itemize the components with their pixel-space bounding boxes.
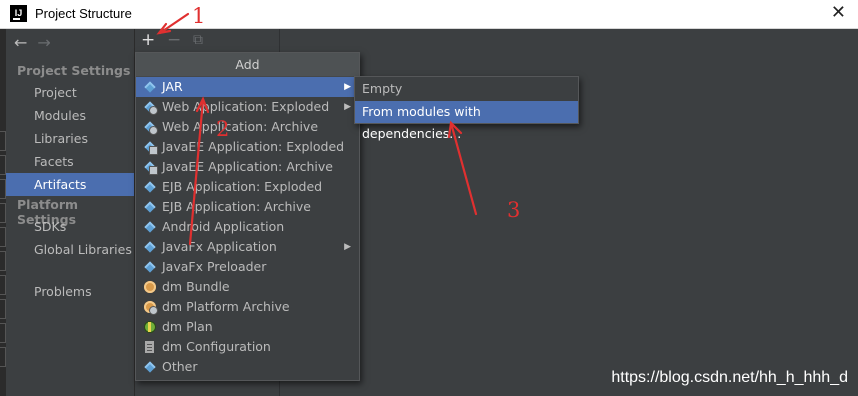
menu-item-web-archive[interactable]: Web Application: Archive	[136, 117, 359, 137]
window-title: Project Structure	[35, 6, 132, 21]
web-app-icon	[144, 121, 158, 135]
sidebar-item-problems[interactable]: Problems	[6, 280, 134, 303]
ejb-icon	[144, 181, 156, 193]
menu-item-label: Web Application: Archive	[162, 119, 319, 134]
sidebar-item-modules[interactable]: Modules	[6, 104, 134, 127]
sidebar-item-sdks[interactable]: SDKs	[6, 215, 134, 238]
add-button[interactable]: +	[141, 29, 155, 51]
submenu-item-from-modules[interactable]: From modules with dependencies...	[355, 101, 578, 141]
javafx-icon	[144, 241, 156, 253]
sidebar-item-libraries[interactable]: Libraries	[6, 127, 134, 150]
android-icon	[144, 221, 156, 233]
sidebar-item-project[interactable]: Project	[6, 81, 134, 104]
menu-item-javaee-exploded[interactable]: JavaEE Application: Exploded	[136, 137, 359, 157]
annotation-number-1: 1	[192, 4, 206, 28]
close-icon[interactable]: ✕	[831, 3, 846, 23]
menu-item-label: Web Application: Exploded	[162, 99, 330, 114]
jar-icon	[144, 81, 156, 93]
menu-item-label: JavaEE Application: Exploded	[162, 139, 345, 154]
section-project-settings: Project Settings	[17, 63, 131, 78]
menu-item-label: EJB Application: Archive	[162, 199, 311, 214]
annotation-number-3: 3	[507, 198, 521, 222]
menu-item-ejb-archive[interactable]: EJB Application: Archive	[136, 197, 359, 217]
web-app-icon	[144, 101, 158, 115]
back-arrow-icon[interactable]: ←	[14, 33, 27, 52]
menu-item-javaee-archive[interactable]: JavaEE Application: Archive	[136, 157, 359, 177]
menu-item-web-exploded[interactable]: Web Application: Exploded ▶	[136, 97, 359, 117]
menu-item-label: dm Configuration	[162, 339, 271, 354]
menu-item-label: JavaEE Application: Archive	[162, 159, 333, 174]
javafx-icon	[144, 261, 156, 273]
menu-item-label: dm Plan	[162, 319, 213, 334]
jar-submenu: Empty From modules with dependencies...	[354, 76, 579, 141]
settings-sidebar: ← → Project Settings Project Modules Libr…	[6, 29, 135, 396]
submenu-arrow-icon: ▶	[344, 102, 351, 112]
menu-item-label: Android Application	[162, 219, 285, 234]
other-icon	[144, 361, 156, 373]
title-bar: IJ Project Structure ✕	[0, 0, 858, 29]
menu-item-label: dm Platform Archive	[162, 299, 290, 314]
menu-item-jar[interactable]: JAR ▶	[136, 77, 359, 97]
dm-plan-icon	[144, 321, 156, 333]
annotation-number-2: 2	[216, 117, 230, 141]
menu-item-javafx-application[interactable]: JavaFx Application ▶	[136, 237, 359, 257]
submenu-item-empty[interactable]: Empty	[355, 78, 578, 100]
menu-item-ejb-exploded[interactable]: EJB Application: Exploded	[136, 177, 359, 197]
menu-item-label: JavaFx Application	[162, 239, 277, 254]
remove-button[interactable]: −	[167, 29, 181, 51]
menu-item-other[interactable]: Other	[136, 357, 359, 377]
menu-item-android[interactable]: Android Application	[136, 217, 359, 237]
forward-arrow-icon[interactable]: →	[37, 33, 50, 52]
sidebar-item-artifacts[interactable]: Artifacts	[6, 173, 134, 196]
menu-header: Add	[136, 53, 359, 77]
submenu-arrow-icon: ▶	[344, 242, 351, 252]
copy-button[interactable]: ⧉	[193, 29, 203, 51]
menu-item-dm-bundle[interactable]: dm Bundle	[136, 277, 359, 297]
menu-item-label: Other	[162, 359, 198, 374]
sidebar-item-global-libraries[interactable]: Global Libraries	[6, 238, 134, 261]
menu-item-label: dm Bundle	[162, 279, 230, 294]
javaee-icon	[144, 161, 158, 175]
dm-config-icon	[144, 341, 156, 353]
menu-item-label: EJB Application: Exploded	[162, 179, 323, 194]
submenu-arrow-icon: ▶	[344, 82, 351, 92]
dm-platform-icon	[144, 301, 158, 315]
menu-item-dm-plan[interactable]: dm Plan	[136, 317, 359, 337]
sidebar-item-facets[interactable]: Facets	[6, 150, 134, 173]
nav-arrows: ← →	[14, 33, 51, 52]
watermark-url: https://blog.csdn.net/hh_h_hhh_d	[611, 369, 848, 386]
menu-item-label: JAR	[162, 79, 183, 94]
dm-bundle-icon	[144, 281, 156, 293]
ejb-icon	[144, 201, 156, 213]
javaee-icon	[144, 141, 158, 155]
menu-item-dm-configuration[interactable]: dm Configuration	[136, 337, 359, 357]
intellij-logo-icon: IJ	[10, 5, 27, 22]
menu-item-javafx-preloader[interactable]: JavaFx Preloader	[136, 257, 359, 277]
add-popup-menu: Add JAR ▶ Web Application: Exploded ▶ We…	[135, 52, 360, 381]
menu-item-dm-platform-archive[interactable]: dm Platform Archive	[136, 297, 359, 317]
menu-item-label: JavaFx Preloader	[162, 259, 267, 274]
